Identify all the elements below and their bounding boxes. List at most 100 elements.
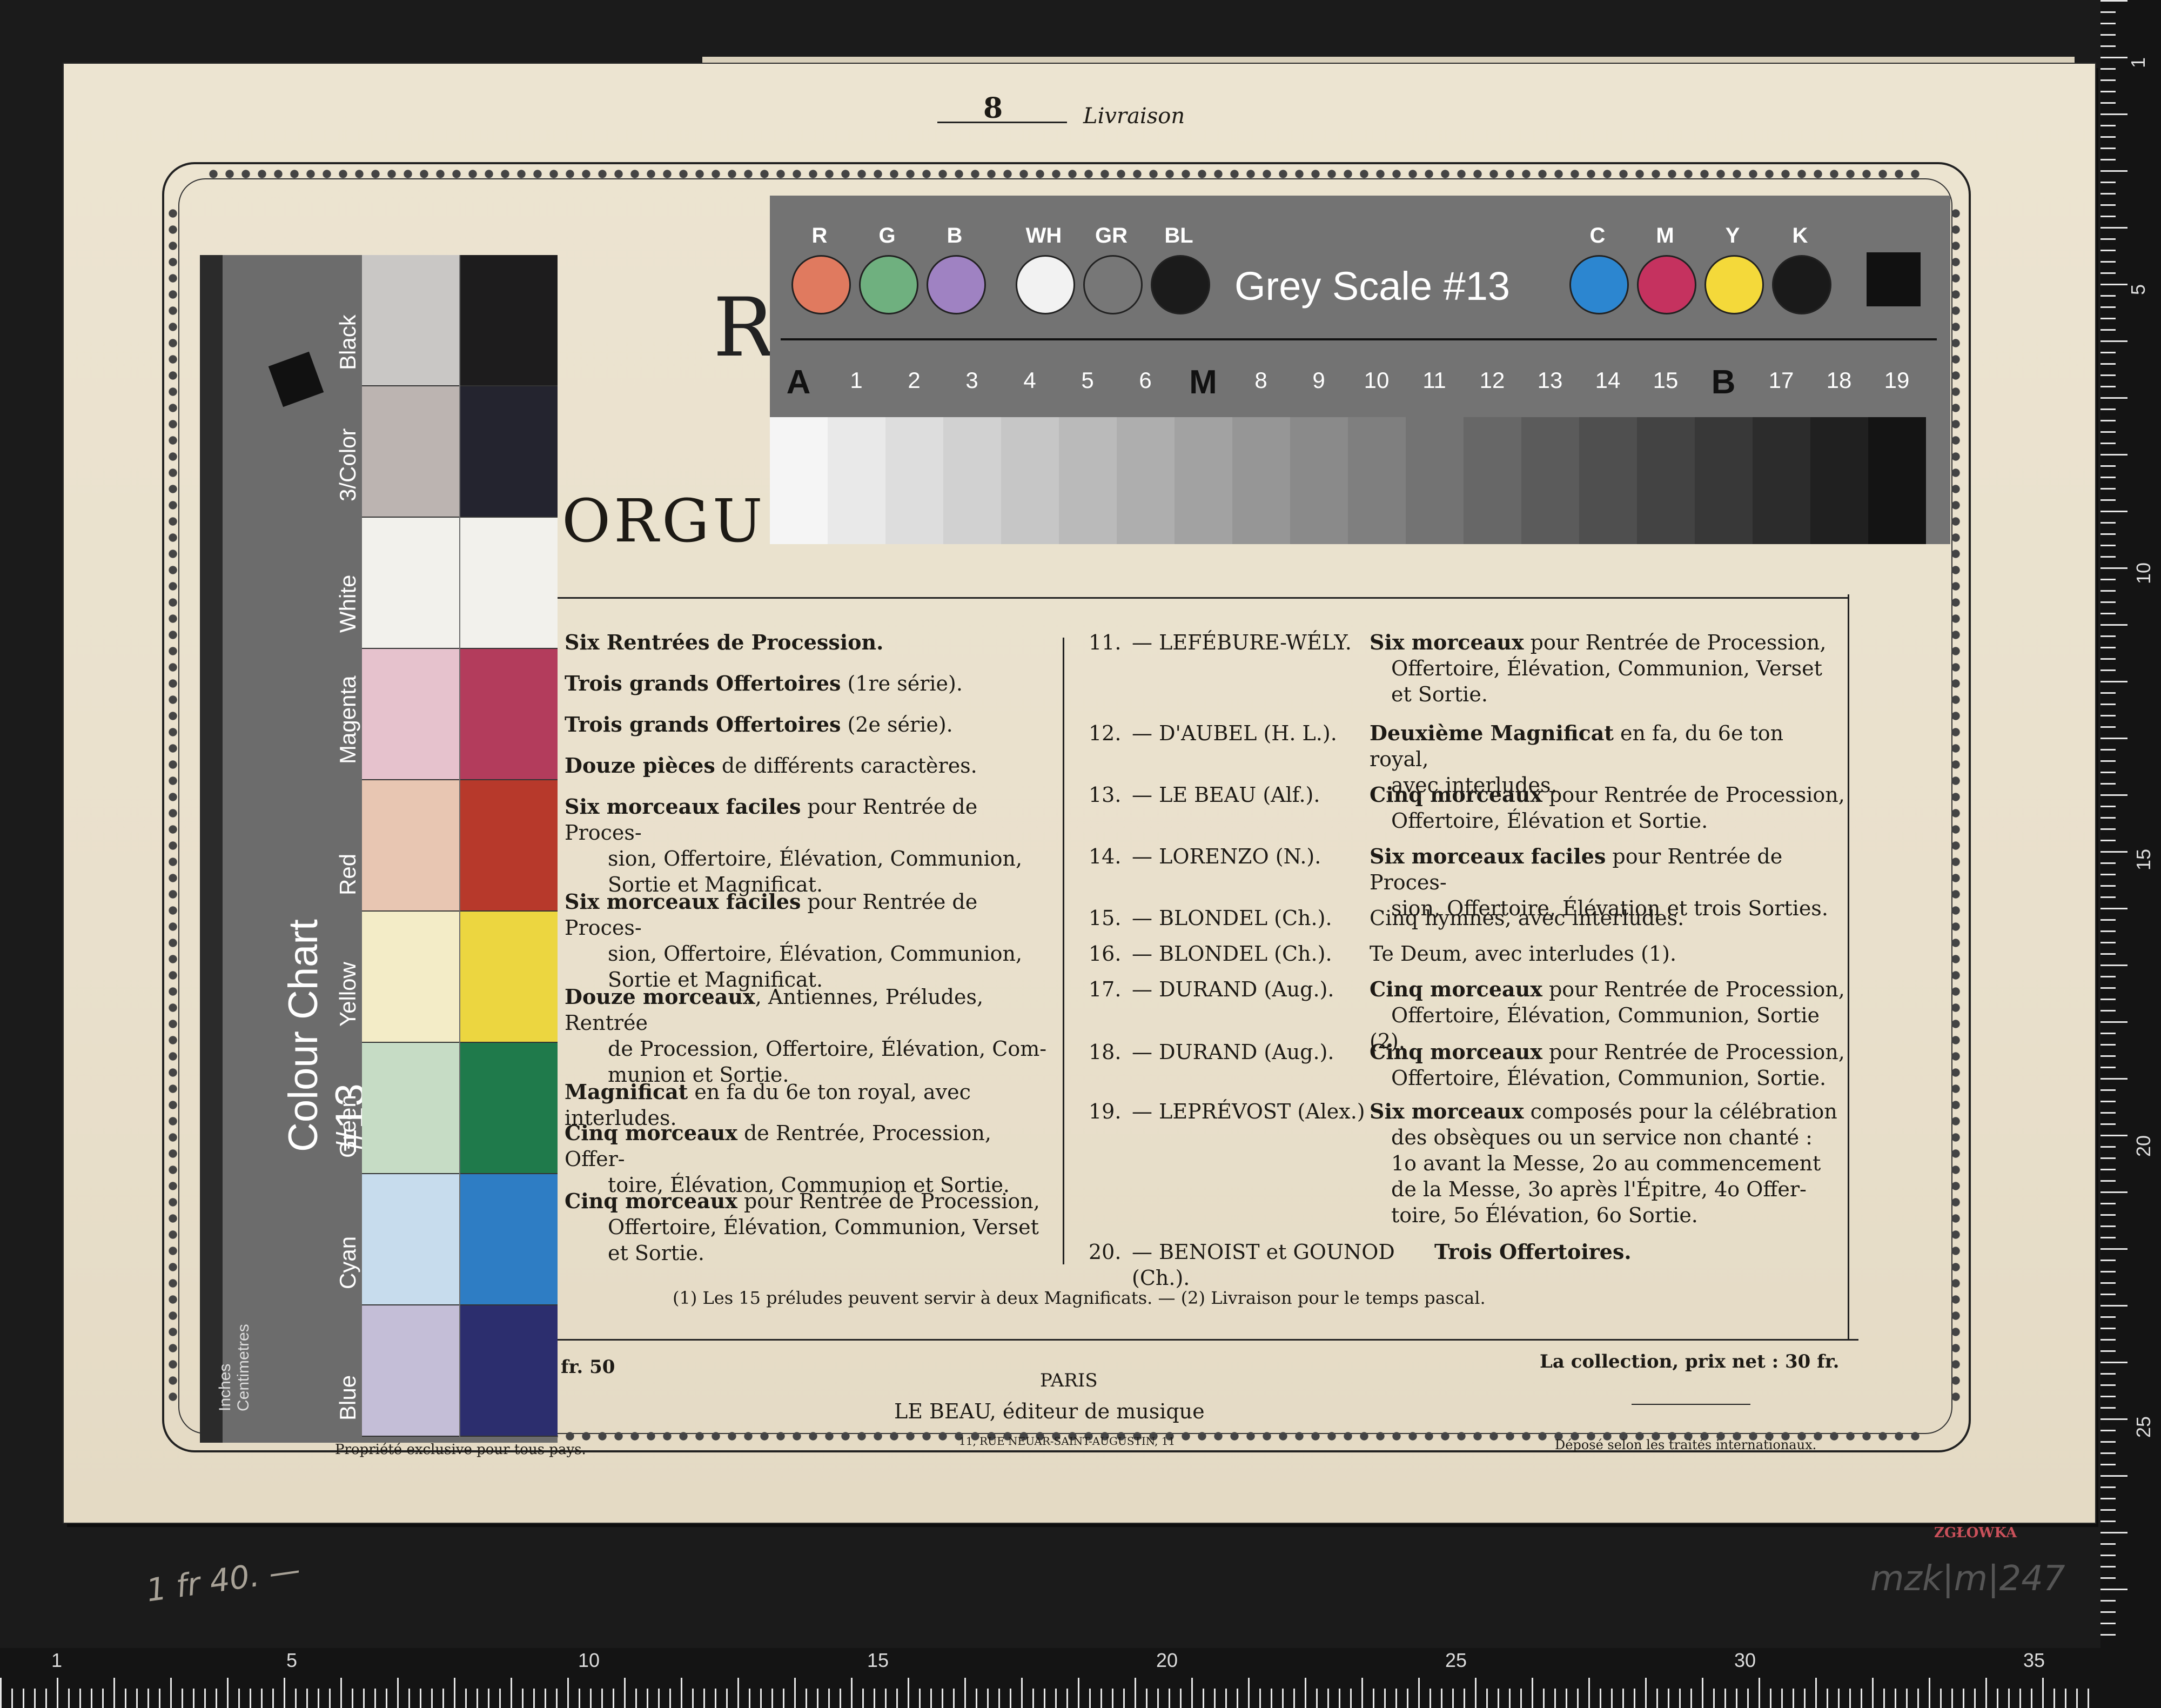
ruler-tick (68, 1689, 70, 1708)
dot-label: R (811, 224, 828, 247)
ruler-tick (2100, 1055, 2116, 1057)
ruler-tick (624, 1678, 626, 1708)
color-dot (791, 255, 851, 314)
ruler-tick (2100, 1101, 2116, 1102)
ruler-tick (477, 1689, 478, 1708)
ruler-tick (420, 1689, 421, 1708)
ruler-tick (1339, 1689, 1340, 1708)
swatch-light (362, 255, 459, 386)
ruler-number: 25 (1445, 1649, 1467, 1671)
ruler-tick (2100, 216, 2116, 217)
grey-step (1348, 417, 1406, 544)
ruler-tick (2065, 1689, 2066, 1708)
ruler-tick (545, 1689, 546, 1708)
ruler-tick (216, 1689, 217, 1708)
ruler-tick (329, 1689, 331, 1708)
ruler-tick (465, 1689, 467, 1708)
ruler-tick (1078, 1678, 1079, 1708)
step-label: M (1189, 364, 1217, 401)
ruler-tick (2100, 1214, 2116, 1216)
ruler-tick (1656, 1689, 1658, 1708)
ruler-tick (125, 1689, 126, 1708)
ruler-tick (2100, 1430, 2116, 1431)
ruler-tick (2100, 23, 2116, 24)
ruler-tick (1815, 1678, 1817, 1708)
step-label: 3 (965, 367, 978, 393)
content-right-rule (1848, 594, 1849, 1340)
ruler-tick (1690, 1689, 1692, 1708)
ruler-tick (1713, 1689, 1715, 1708)
ruler-tick (408, 1689, 410, 1708)
grey-step (1810, 417, 1868, 544)
ruler-tick (2088, 1689, 2089, 1708)
rights-left: Propriété exclusive pour tous pays. (335, 1442, 586, 1458)
color-dot (1151, 255, 1210, 314)
ruler-tick (2100, 1237, 2116, 1238)
rights-right: Déposé selon les traités internationaux. (1555, 1437, 1817, 1452)
ruler-tick (2100, 193, 2116, 195)
ruler-tick (715, 1689, 716, 1708)
ruler-tick (91, 1689, 92, 1708)
title-partial: ORGU (562, 486, 766, 555)
right-column: 11. — LEFÉBURE-WÉLY. Six morceaux pour Re… (1089, 629, 1845, 1290)
ruler-tick (2100, 261, 2116, 263)
ruler-tick (1963, 1689, 1964, 1708)
dot-label: C (1589, 224, 1606, 247)
ruler-tick (2100, 1180, 2116, 1182)
list-item: 18. — DURAND (Aug.). Cinq morceaux pour R… (1089, 1040, 1845, 1090)
ruler-tick (170, 1678, 172, 1708)
ruler-tick (1770, 1689, 1771, 1708)
ruler-tick (2100, 1373, 2116, 1375)
ruler-tick (635, 1689, 637, 1708)
ruler-tick (2100, 738, 2128, 739)
grey-step (770, 417, 828, 544)
ruler-tick (2100, 0, 2128, 2)
ruler-tick (113, 1678, 115, 1708)
ruler-tick (442, 1689, 444, 1708)
ruler-tick (147, 1689, 149, 1708)
ruler-tick (567, 1678, 569, 1708)
list-item: Cinq morceaux pour Rentrée de Procession… (565, 1189, 1040, 1265)
swatch-light (362, 1174, 459, 1305)
swatch-label: Blue (335, 1375, 360, 1421)
ruler-tick (2100, 953, 2116, 955)
swatch-light (362, 518, 459, 649)
ruler-tick (987, 1689, 989, 1708)
ruler-tick (11, 1689, 13, 1708)
grey-step (1637, 417, 1695, 544)
ruler-tick (2100, 397, 2128, 399)
ruler-tick (703, 1689, 705, 1708)
ruler-tick (771, 1689, 773, 1708)
ruler-tick (2100, 1566, 2116, 1568)
ruler-tick (340, 1678, 342, 1708)
ruler-tick (1100, 1689, 1102, 1708)
ruler-tick (2100, 420, 2116, 421)
ruler-tick (2100, 613, 2116, 614)
ruler-tick (1237, 1689, 1238, 1708)
dot-label: K (1792, 224, 1808, 247)
list-item: Douze pièces de différents caractères. (565, 753, 977, 778)
ruler-tick (896, 1689, 898, 1708)
ruler-tick (2100, 862, 2116, 864)
ruler-tick (1361, 1678, 1363, 1708)
swatch-label: Green (335, 1095, 360, 1158)
ruler-tick (2100, 1384, 2116, 1386)
ruler-tick (454, 1678, 455, 1708)
swatch-light (362, 912, 459, 1043)
ruler-tick (238, 1689, 240, 1708)
ruler-tick (1724, 1689, 1726, 1708)
colour-chart: Inches Centimetres Colour Chart #13 Blac… (200, 255, 558, 1443)
ruler-tick (2100, 1146, 2116, 1148)
ruler-tick (2100, 1350, 2116, 1352)
dot-label: B (947, 224, 963, 247)
ruler-tick (2100, 635, 2116, 637)
color-dot (1704, 255, 1764, 314)
grey-step (1059, 417, 1117, 544)
ruler-tick (2100, 1044, 2116, 1046)
ruler-tick (1793, 1689, 1794, 1708)
ruler-tick (2100, 1112, 2116, 1114)
ruler-tick (2100, 1316, 2116, 1318)
list-item: Six morceaux faciles pour Rentrée de Pro… (565, 889, 1023, 992)
border-beads-left (167, 205, 178, 1405)
ruler-tick (2100, 942, 2116, 943)
